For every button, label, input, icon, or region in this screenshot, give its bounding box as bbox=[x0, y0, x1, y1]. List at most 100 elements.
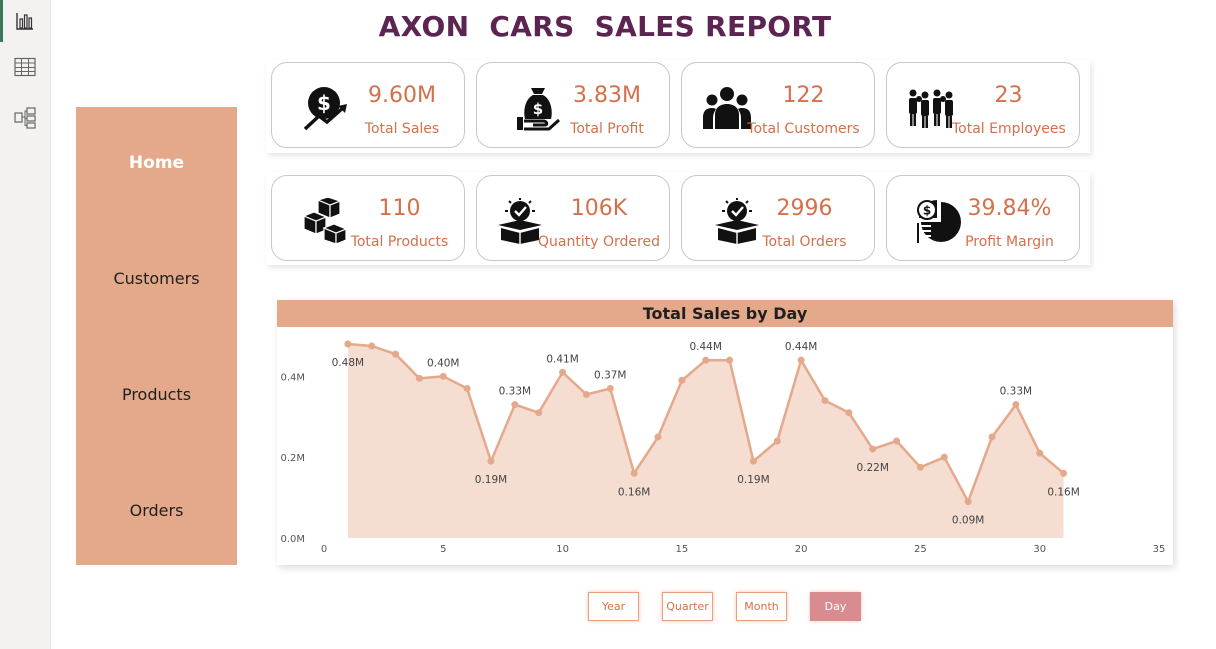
data-label: 0.40M bbox=[427, 357, 459, 369]
employees-group-icon bbox=[909, 89, 953, 128]
kpi-value: 9.60M bbox=[368, 83, 436, 108]
nav-home[interactable]: Home bbox=[76, 153, 237, 173]
data-point bbox=[392, 350, 400, 358]
data-point bbox=[606, 384, 614, 392]
kpi-label: Total Customers bbox=[747, 121, 860, 137]
kpi-card-total-employees: 23 Total Employees bbox=[886, 62, 1080, 148]
kpi-label: Total Employees bbox=[952, 121, 1066, 137]
data-point bbox=[630, 469, 638, 477]
model-view-button[interactable] bbox=[0, 97, 50, 139]
kpi-label: Total Profit bbox=[570, 121, 644, 137]
data-label: 0.19M bbox=[475, 474, 507, 486]
chart-title: Total Sales by Day bbox=[277, 300, 1173, 327]
kpi-value: 110 bbox=[378, 196, 421, 221]
data-point bbox=[845, 409, 853, 417]
y-tick-label: 0.0M bbox=[280, 534, 305, 545]
report-view-button[interactable] bbox=[0, 0, 50, 42]
kpi-value: 106K bbox=[570, 196, 628, 221]
data-point bbox=[654, 433, 662, 441]
data-point bbox=[511, 401, 519, 409]
y-tick-label: 0.4M bbox=[280, 372, 305, 383]
hierarchy-icon bbox=[14, 107, 36, 129]
data-label: 0.09M bbox=[952, 515, 984, 527]
kpi-label: Quantity Ordered bbox=[538, 234, 660, 250]
kpi-label: Total Products bbox=[350, 234, 449, 250]
data-point bbox=[749, 457, 757, 465]
navigation-panel: Home Customers Products Orders bbox=[76, 107, 237, 565]
data-point bbox=[344, 340, 352, 348]
svg-text:$: $ bbox=[923, 204, 931, 218]
x-tick-label: 5 bbox=[440, 544, 446, 555]
nav-orders[interactable]: Orders bbox=[76, 501, 237, 520]
kpi-card-total-orders: 2996 Total Orders bbox=[681, 175, 875, 261]
area-fill bbox=[347, 344, 1064, 538]
data-point bbox=[582, 391, 590, 399]
nav-customers[interactable]: Customers bbox=[76, 269, 237, 288]
x-tick-label: 0 bbox=[321, 544, 327, 555]
data-point bbox=[1036, 449, 1044, 457]
period-quarter-button[interactable]: Quarter bbox=[662, 592, 713, 621]
data-label: 0.48M bbox=[332, 357, 364, 369]
data-point bbox=[487, 457, 495, 465]
data-point bbox=[463, 384, 471, 392]
data-point bbox=[773, 437, 781, 445]
x-tick-label: 15 bbox=[675, 544, 688, 555]
data-label: 0.22M bbox=[856, 462, 888, 474]
table-icon bbox=[14, 57, 36, 77]
x-tick-label: 20 bbox=[795, 544, 808, 555]
svg-text:$: $ bbox=[317, 91, 331, 115]
data-point bbox=[559, 368, 567, 376]
data-label: 0.16M bbox=[1047, 486, 1079, 498]
data-label: 0.44M bbox=[689, 341, 721, 353]
x-tick-label: 25 bbox=[914, 544, 927, 555]
customers-group-icon bbox=[703, 87, 751, 129]
data-point bbox=[893, 437, 901, 445]
data-point bbox=[964, 498, 972, 506]
data-point bbox=[439, 372, 447, 380]
kpi-card-profit-margin: $ 39.84% Profit Margin bbox=[886, 175, 1080, 261]
kpi-value: 39.84% bbox=[967, 196, 1052, 221]
kpi-card-total-sales: $ 9.60M Total Sales bbox=[271, 62, 465, 148]
kpi-label: Profit Margin bbox=[965, 234, 1054, 250]
kpi-value: 23 bbox=[994, 83, 1023, 108]
period-day-button[interactable]: Day bbox=[810, 592, 861, 621]
kpi-card-total-products: 110 Total Products bbox=[271, 175, 465, 261]
data-point bbox=[916, 463, 924, 471]
kpi-card-quantity-ordered: 106K Quantity Ordered bbox=[476, 175, 670, 261]
data-point bbox=[821, 397, 829, 405]
boxes-icon bbox=[302, 198, 348, 244]
kpi-row-1: $ 9.60M Total Sales $ 3.83M Total Profit… bbox=[266, 60, 1090, 153]
data-label: 0.44M bbox=[785, 341, 817, 353]
data-point bbox=[1060, 469, 1068, 477]
period-month-button[interactable]: Month bbox=[736, 592, 787, 621]
data-label: 0.19M bbox=[737, 474, 769, 486]
nav-products[interactable]: Products bbox=[76, 385, 237, 404]
data-label: 0.41M bbox=[546, 353, 578, 365]
x-tick-label: 30 bbox=[1033, 544, 1046, 555]
x-tick-label: 35 bbox=[1153, 544, 1166, 555]
data-point bbox=[988, 433, 996, 441]
data-label: 0.16M bbox=[618, 486, 650, 498]
period-year-button[interactable]: Year bbox=[588, 592, 639, 621]
kpi-card-total-customers: 122 Total Customers bbox=[681, 62, 875, 148]
kpi-row-2: 110 Total Products 106K Quantity Ordered… bbox=[266, 172, 1090, 265]
data-label: 0.33M bbox=[1000, 386, 1032, 398]
data-point bbox=[797, 356, 805, 364]
dollar-growth-icon: $ bbox=[303, 87, 347, 131]
data-point bbox=[940, 453, 948, 461]
data-point bbox=[678, 376, 686, 384]
report-title: AXON CARS SALES REPORT bbox=[378, 10, 832, 43]
data-point bbox=[702, 356, 710, 364]
data-point bbox=[869, 445, 877, 453]
x-tick-label: 10 bbox=[556, 544, 569, 555]
data-point bbox=[368, 342, 376, 350]
y-tick-label: 0.2M bbox=[280, 453, 305, 464]
bar-chart-icon bbox=[16, 13, 33, 30]
table-view-button[interactable] bbox=[0, 46, 50, 88]
data-point bbox=[726, 356, 734, 364]
left-rail bbox=[0, 0, 51, 649]
svg-text:$: $ bbox=[533, 100, 543, 118]
sales-by-day-chart: 0.0M 0.2M 0.4M 0 5 10 15 20 25 30 35 0.48M 0.40M 0.19… bbox=[277, 300, 1173, 565]
data-label: 0.37M bbox=[594, 369, 626, 381]
kpi-value: 122 bbox=[782, 83, 825, 108]
